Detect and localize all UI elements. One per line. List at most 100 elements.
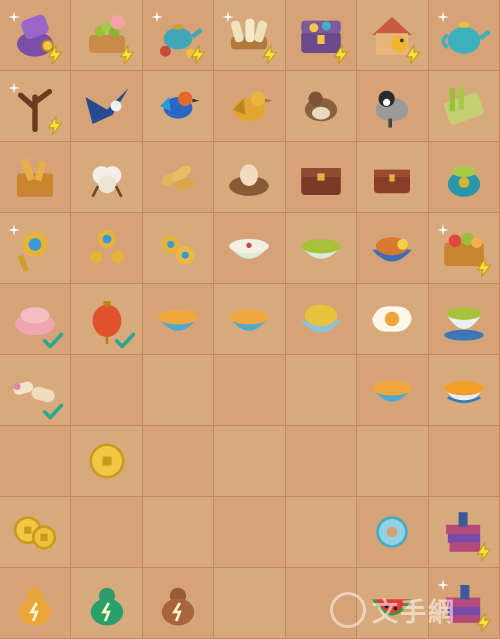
board-cell[interactable] [214, 426, 286, 497]
board-cell[interactable] [142, 142, 215, 213]
board-cell[interactable] [357, 0, 429, 71]
jade-ring-icon[interactable] [357, 497, 427, 567]
board-cell[interactable] [214, 0, 286, 71]
board-cell[interactable] [285, 71, 358, 142]
orange-soup-bowl-icon[interactable] [214, 284, 284, 354]
cotton-boll-icon[interactable] [71, 142, 141, 212]
brown-energy-gourd-icon[interactable] [143, 568, 213, 638]
sparkle-icon [8, 8, 20, 23]
rice-grains-icon[interactable] [143, 142, 213, 212]
board-cell[interactable] [142, 0, 215, 71]
board-cell[interactable] [214, 71, 286, 142]
board-cell[interactable] [214, 568, 286, 639]
board-cell[interactable] [357, 568, 429, 639]
board-cell[interactable] [71, 426, 143, 497]
board-cell[interactable] [142, 355, 215, 426]
board-cell[interactable] [142, 568, 215, 639]
corn-rice-bowl-icon[interactable] [286, 284, 356, 354]
small-wooden-chest-icon[interactable] [357, 142, 427, 212]
board-cell[interactable] [214, 142, 286, 213]
board-cell[interactable] [428, 0, 500, 71]
board-cell[interactable] [214, 355, 286, 426]
orange-soup-bowl-icon[interactable] [357, 355, 427, 425]
wooden-box-icon[interactable] [0, 142, 70, 212]
board-cell[interactable] [285, 355, 358, 426]
board-cell[interactable] [71, 71, 143, 142]
gold-earrings-icon[interactable] [71, 213, 141, 283]
board-cell[interactable] [285, 568, 358, 639]
board-cell[interactable] [428, 568, 500, 639]
board-cell[interactable] [214, 213, 286, 284]
board-cell[interactable] [428, 355, 500, 426]
board-cell[interactable] [428, 142, 500, 213]
board-cell[interactable] [285, 0, 358, 71]
green-energy-gourd-icon[interactable] [71, 568, 141, 638]
board-cell[interactable] [285, 284, 358, 355]
board-cell[interactable] [71, 213, 143, 284]
board-cell[interactable] [357, 355, 429, 426]
board-cell[interactable] [428, 213, 500, 284]
board-cell[interactable] [285, 213, 358, 284]
board-cell[interactable] [214, 497, 286, 568]
blue-swallow-icon[interactable] [71, 71, 141, 141]
energy-bolt-icon [473, 612, 495, 634]
congee-bowl-icon[interactable] [214, 213, 284, 283]
board-cell[interactable] [142, 213, 215, 284]
board-cell[interactable] [71, 0, 143, 71]
roast-chicken-bowl-icon[interactable] [357, 213, 427, 283]
board-cell[interactable] [285, 426, 358, 497]
green-tea-cup-icon[interactable] [429, 284, 499, 354]
board-cell[interactable] [71, 142, 143, 213]
board-cell[interactable] [428, 497, 500, 568]
board-cell[interactable] [428, 71, 500, 142]
board-cell[interactable] [0, 0, 72, 71]
board-cell[interactable] [0, 568, 72, 639]
board-cell[interactable] [214, 284, 286, 355]
board-cell[interactable] [357, 71, 429, 142]
orange-energy-gourd-icon[interactable] [0, 568, 70, 638]
gold-flower-hairpin-icon[interactable] [143, 213, 213, 283]
board-cell[interactable] [71, 568, 143, 639]
tea-jar-icon[interactable] [429, 142, 499, 212]
board-cell[interactable] [71, 284, 143, 355]
gold-coin-icon[interactable] [71, 426, 141, 496]
board-cell[interactable] [142, 497, 215, 568]
egg-custard-bowl-icon[interactable] [429, 355, 499, 425]
board-cell[interactable] [0, 213, 72, 284]
green-congee-bowl-icon[interactable] [286, 213, 356, 283]
board-cell[interactable] [142, 284, 215, 355]
board-cell[interactable] [0, 142, 72, 213]
bamboo-mat-icon[interactable] [429, 71, 499, 141]
board-cell[interactable] [357, 142, 429, 213]
sparkle-icon [436, 8, 449, 23]
colorful-bird-icon[interactable] [143, 71, 213, 141]
board-cell[interactable] [0, 71, 72, 142]
board-cell[interactable] [357, 284, 429, 355]
egg-nest-icon[interactable] [214, 142, 284, 212]
board-cell[interactable] [142, 426, 215, 497]
sparkle-icon [8, 79, 20, 94]
board-cell[interactable] [357, 426, 429, 497]
brown-sparrow-icon[interactable] [286, 71, 356, 141]
board-cell[interactable] [0, 426, 72, 497]
gold-coins-pair-icon[interactable] [0, 497, 70, 567]
sparkle-icon [8, 221, 20, 236]
board-cell[interactable] [428, 426, 500, 497]
board-cell[interactable] [285, 497, 358, 568]
board-cell[interactable] [71, 355, 143, 426]
black-white-bird-icon[interactable] [357, 71, 427, 141]
board-cell[interactable] [71, 497, 143, 568]
yellow-bird-icon[interactable] [214, 71, 284, 141]
board-cell[interactable] [0, 355, 72, 426]
orange-soup-bowl-icon[interactable] [143, 284, 213, 354]
closed-wooden-chest-icon[interactable] [286, 142, 356, 212]
board-cell[interactable] [357, 497, 429, 568]
fried-egg-icon[interactable] [357, 284, 427, 354]
board-cell[interactable] [142, 71, 215, 142]
watermelon-slice-icon[interactable] [357, 568, 427, 638]
board-cell[interactable] [285, 142, 358, 213]
board-cell[interactable] [357, 213, 429, 284]
board-cell[interactable] [0, 284, 72, 355]
board-cell[interactable] [428, 284, 500, 355]
board-cell[interactable] [0, 497, 72, 568]
